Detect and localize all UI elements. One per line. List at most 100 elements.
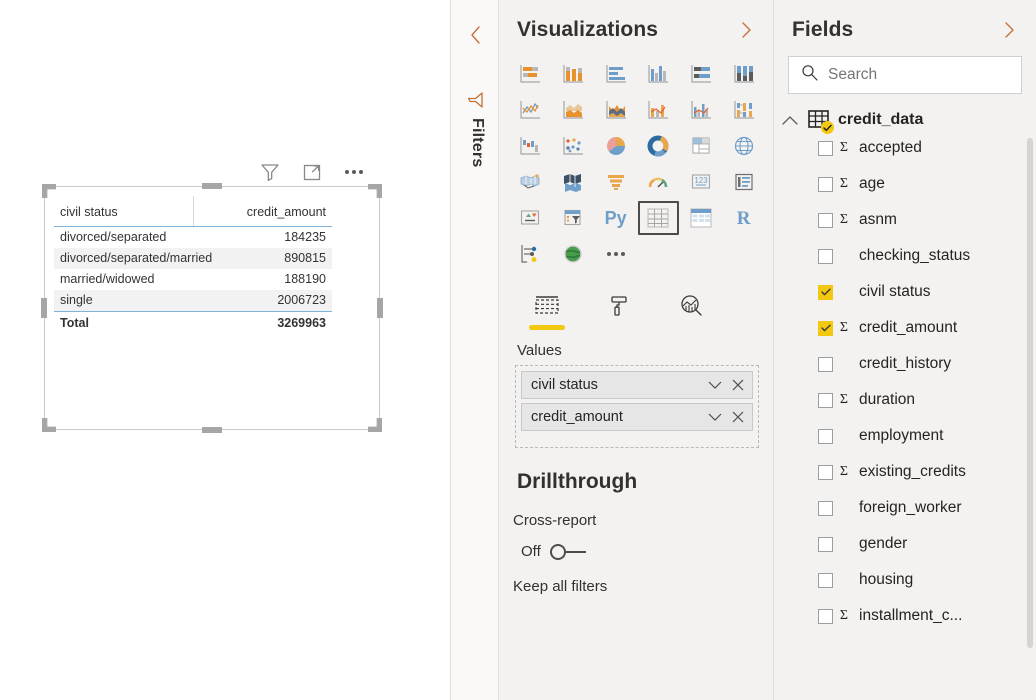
field-row-checking-status[interactable]: Σ checking_status: [774, 238, 1036, 274]
chevron-down-icon[interactable]: [708, 412, 722, 422]
field-row-employment[interactable]: Σ employment: [774, 418, 1036, 454]
filters-collapse-chevron-icon[interactable]: [465, 22, 487, 48]
viz-type-ribbon-chart[interactable]: [722, 92, 765, 128]
chevron-up-icon[interactable]: [780, 115, 800, 126]
focus-mode-icon[interactable]: [300, 160, 324, 184]
column-header-credit-amount[interactable]: credit_amount: [192, 196, 332, 227]
viz-type-python-visual[interactable]: Py: [594, 200, 637, 236]
tab-fields[interactable]: [527, 288, 567, 330]
field-row-credit-history[interactable]: Σ credit_history: [774, 346, 1036, 382]
viz-type-waterfall-chart[interactable]: [509, 128, 552, 164]
values-well[interactable]: civil status credit_amount: [515, 365, 759, 448]
fields-expand-chevron-icon[interactable]: [998, 19, 1020, 41]
filter-icon[interactable]: [258, 160, 282, 184]
field-checkbox[interactable]: [818, 572, 833, 588]
table-row[interactable]: divorced/separated/married 890815: [54, 247, 332, 269]
field-row-credit-amount[interactable]: Σ credit_amount: [774, 310, 1036, 346]
field-row-accepted[interactable]: Σ accepted: [774, 130, 1036, 166]
field-row-age[interactable]: Σ age: [774, 166, 1036, 202]
table-visual[interactable]: civil status credit_amount divorced/sepa…: [54, 196, 332, 334]
viz-type-slicer[interactable]: [552, 200, 595, 236]
viz-type-line-and-stacked-column-chart[interactable]: [637, 92, 680, 128]
viz-type-line-and-clustered-column-chart[interactable]: [680, 92, 723, 128]
viz-type-table[interactable]: [637, 200, 680, 236]
viz-type-100-percent-stacked-column-chart[interactable]: [722, 56, 765, 92]
column-header-civil-status[interactable]: civil status: [54, 196, 193, 227]
field-checkbox[interactable]: [818, 320, 833, 336]
field-checkbox[interactable]: [818, 500, 833, 516]
table-row[interactable]: divorced/separated 184235: [54, 226, 332, 248]
viz-type-gauge-chart[interactable]: [637, 164, 680, 200]
field-row-installment-c[interactable]: Σ installment_c...: [774, 598, 1036, 634]
viz-type-matrix[interactable]: [680, 200, 723, 236]
viz-type-scatter-chart[interactable]: [552, 128, 595, 164]
field-row-duration[interactable]: Σ duration: [774, 382, 1036, 418]
field-checkbox[interactable]: [818, 140, 833, 156]
viz-type-funnel-chart[interactable]: [594, 164, 637, 200]
viz-type-map[interactable]: [722, 128, 765, 164]
remove-field-icon[interactable]: [732, 411, 744, 423]
field-checkbox[interactable]: [818, 284, 833, 300]
measure-sigma-icon: Σ: [839, 464, 849, 479]
table-row[interactable]: single 2006723: [54, 289, 332, 311]
field-row-housing[interactable]: Σ housing: [774, 562, 1036, 598]
resize-handle-top[interactable]: [202, 183, 222, 189]
field-checkbox[interactable]: [818, 536, 833, 552]
report-canvas[interactable]: civil status credit_amount divorced/sepa…: [0, 0, 450, 700]
viz-type-area-chart[interactable]: [552, 92, 595, 128]
viz-type-key-influencers[interactable]: [509, 236, 552, 272]
chevron-down-icon[interactable]: [708, 380, 722, 390]
table-row[interactable]: married/widowed 188190: [54, 269, 332, 290]
search-input[interactable]: [828, 66, 1009, 84]
visual-selection-frame[interactable]: civil status credit_amount divorced/sepa…: [41, 183, 383, 433]
more-options-icon[interactable]: [342, 160, 366, 184]
viz-type-stacked-area-chart[interactable]: [594, 92, 637, 128]
field-checkbox[interactable]: [818, 392, 833, 408]
field-checkbox[interactable]: [818, 212, 833, 228]
viz-type-stacked-column-chart[interactable]: [552, 56, 595, 92]
viz-type-shape-map[interactable]: [552, 164, 595, 200]
resize-handle-left[interactable]: [41, 298, 47, 318]
viz-type-clustered-bar-chart[interactable]: [594, 56, 637, 92]
visualizations-pane: Visualizations 123 Py R Values civil sta…: [498, 0, 773, 700]
field-row-existing-credits[interactable]: Σ existing_credits: [774, 454, 1036, 490]
field-checkbox[interactable]: [818, 428, 833, 444]
fields-scrollbar-thumb[interactable]: [1027, 138, 1033, 648]
viz-type-100-percent-stacked-bar-chart[interactable]: [680, 56, 723, 92]
viz-type-filled-map[interactable]: [509, 164, 552, 200]
viz-type-r-script-visual[interactable]: R: [722, 200, 765, 236]
tab-format[interactable]: [599, 288, 639, 324]
viz-type-pie-chart[interactable]: [594, 128, 637, 164]
filter-icon[interactable]: [464, 88, 488, 112]
values-chip-civil-status[interactable]: civil status: [521, 371, 753, 399]
field-checkbox[interactable]: [818, 356, 833, 372]
viz-type-stacked-bar-chart[interactable]: [509, 56, 552, 92]
viz-type-multi-row-card[interactable]: [722, 164, 765, 200]
viz-type-clustered-column-chart[interactable]: [637, 56, 680, 92]
values-chip-credit-amount[interactable]: credit_amount: [521, 403, 753, 431]
field-row-gender[interactable]: Σ gender: [774, 526, 1036, 562]
field-checkbox[interactable]: [818, 176, 833, 192]
viz-type-get-more-visuals[interactable]: [594, 236, 637, 272]
viz-type-card[interactable]: 123: [680, 164, 723, 200]
filters-pane-collapsed[interactable]: Filters: [450, 0, 498, 700]
viz-type-donut-chart[interactable]: [637, 128, 680, 164]
resize-handle-right[interactable]: [377, 298, 383, 318]
field-row-asnm[interactable]: Σ asnm: [774, 202, 1036, 238]
viz-type-treemap[interactable]: [680, 128, 723, 164]
field-row-foreign-worker[interactable]: Σ foreign_worker: [774, 490, 1036, 526]
tab-analytics[interactable]: [671, 288, 711, 324]
remove-field-icon[interactable]: [732, 379, 744, 391]
visualizations-expand-chevron-icon[interactable]: [735, 19, 757, 41]
cross-report-toggle[interactable]: [549, 543, 588, 560]
viz-type-line-chart[interactable]: [509, 92, 552, 128]
resize-handle-bottom[interactable]: [202, 427, 222, 433]
field-checkbox[interactable]: [818, 248, 833, 264]
fields-search-box[interactable]: [788, 56, 1022, 94]
viz-type-kpi[interactable]: [509, 200, 552, 236]
field-checkbox[interactable]: [818, 464, 833, 480]
field-row-civil-status[interactable]: Σ civil status: [774, 274, 1036, 310]
fields-table-node-credit-data[interactable]: credit_data: [774, 94, 1036, 134]
viz-type-arcgis-map[interactable]: [552, 236, 595, 272]
field-checkbox[interactable]: [818, 608, 833, 624]
